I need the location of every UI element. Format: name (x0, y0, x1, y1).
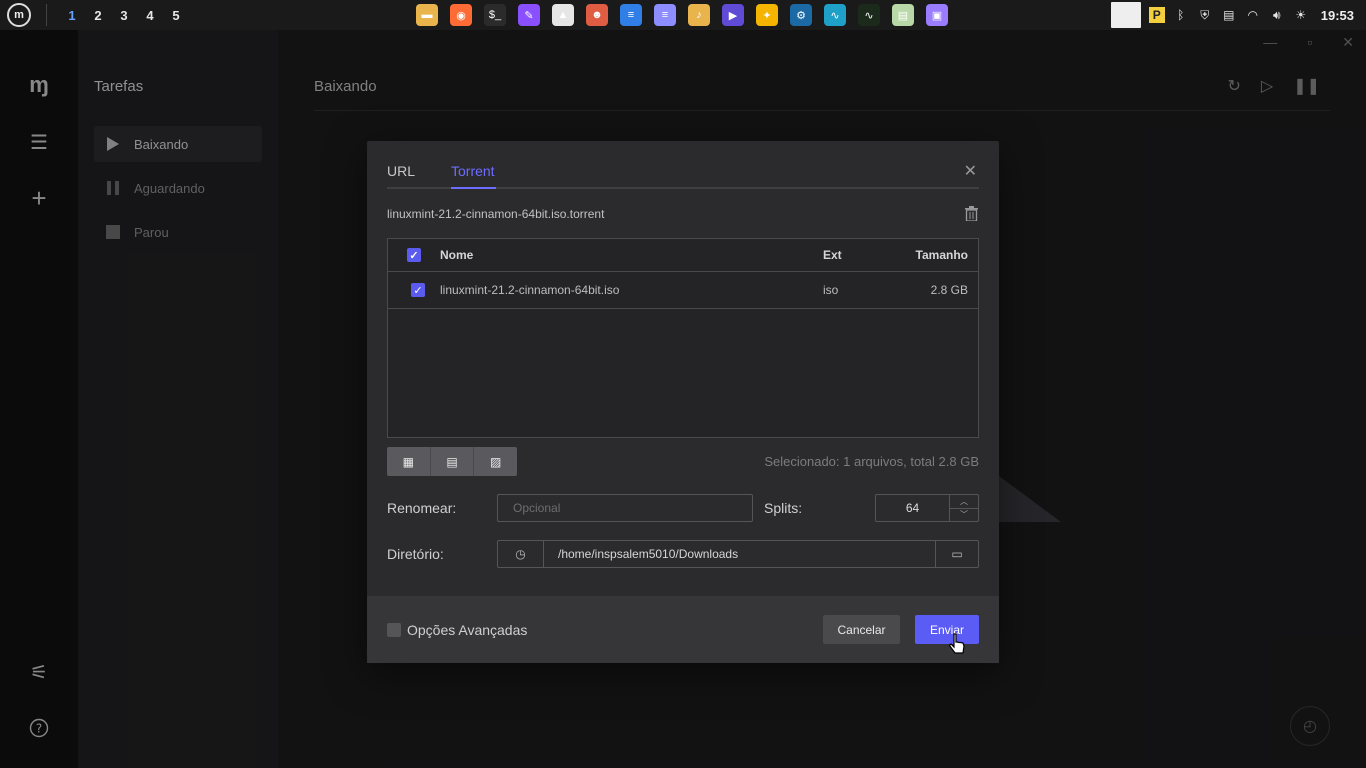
shield-icon[interactable]: ⛨ (1197, 7, 1213, 23)
launcher-files-icon[interactable]: ▬ (416, 4, 438, 26)
launcher-gimp-icon[interactable]: ☻ (586, 4, 608, 26)
advanced-options-checkbox[interactable] (387, 623, 401, 637)
background-decoration (999, 476, 1061, 522)
advanced-options-label[interactable]: Opções Avançadas (407, 622, 527, 638)
launcher-inkscape-icon[interactable]: ▲ (552, 4, 574, 26)
chevron-down-icon[interactable]: ﹀ (950, 509, 978, 522)
selection-filter-group: ▦ ▤ ▨ (387, 447, 517, 476)
clock[interactable]: 19:53 (1321, 8, 1354, 23)
header-name[interactable]: Nome (440, 248, 823, 262)
top-panel: m 1 2 3 4 5 ▬ ◉ $_ ✎ ▲ ☻ ≡ ≡ ♪ ▶ ✦ ⚙ ∿ ∿ ▤ ▣ P ᛒ ⛨ ▤ ◠ … (0, 0, 1366, 30)
chevron-up-icon[interactable]: ︿ (950, 495, 978, 509)
send-button[interactable]: Enviar (915, 615, 979, 644)
file-size: 2.8 GB (930, 283, 968, 297)
rename-label: Renomear: (387, 500, 457, 516)
cancel-button[interactable]: Cancelar (823, 615, 900, 644)
directory-input[interactable]: /home/inspsalem5010/Downloads (544, 541, 935, 567)
header-size[interactable]: Tamanho (883, 248, 968, 262)
tab-torrent[interactable]: Torrent (451, 163, 495, 179)
splits-label: Splits: (764, 500, 803, 516)
image-filter-icon[interactable]: ▨ (474, 447, 517, 476)
add-task-dialog: URL Torrent ✕ linuxmint-21.2-cinnamon-64… (367, 141, 999, 663)
trash-icon[interactable] (965, 206, 979, 222)
file-name: linuxmint-21.2-cinnamon-64bit.iso (440, 283, 620, 297)
dialog-tabs: URL Torrent (387, 159, 979, 189)
launcher-firefox-icon[interactable]: ◉ (450, 4, 472, 26)
directory-label: Diretório: (387, 546, 444, 562)
rename-input[interactable] (497, 494, 753, 522)
mint-logo-icon: m (7, 3, 31, 27)
active-tab-indicator (451, 187, 496, 189)
header-ext[interactable]: Ext (823, 248, 883, 262)
table-row[interactable]: ✓ linuxmint-21.2-cinnamon-64bit.iso iso … (388, 272, 978, 309)
close-icon[interactable]: ✕ (964, 161, 977, 181)
wifi-icon[interactable]: ◠ (1245, 7, 1261, 23)
launcher-drive-icon[interactable]: ▣ (926, 4, 948, 26)
file-ext: iso (823, 283, 839, 297)
torrent-filename: linuxmint-21.2-cinnamon-64bit.iso.torren… (387, 207, 605, 221)
selection-summary: Selecionado: 1 arquivos, total 2.8 GB (764, 454, 979, 469)
workspace-3[interactable]: 3 (111, 8, 137, 23)
folder-icon[interactable]: ▭ (935, 541, 978, 567)
dialog-footer: Opções Avançadas Cancelar Enviar (367, 596, 999, 663)
launcher-system-monitor-icon[interactable]: ∿ (858, 4, 880, 26)
select-all-checkbox[interactable]: ✓ (407, 248, 421, 262)
display-icon[interactable] (1110, 2, 1141, 28)
bluetooth-icon[interactable]: ᛒ (1173, 7, 1189, 23)
history-icon[interactable]: ◷ (498, 541, 544, 567)
launcher-steam-icon[interactable]: ⚙ (790, 4, 812, 26)
video-filter-icon[interactable]: ▦ (387, 447, 431, 476)
mouse-cursor-icon (948, 633, 965, 654)
launcher-monitor-icon[interactable]: ∿ (824, 4, 846, 26)
mint-menu-button[interactable]: m (4, 0, 34, 30)
system-tray: P ᛒ ⛨ ▤ ◠ 🔊︎ ☀ 19:53 (1110, 0, 1366, 30)
volume-icon[interactable]: 🔊︎ (1269, 7, 1285, 23)
launcher-bar: ▬ ◉ $_ ✎ ▲ ☻ ≡ ≡ ♪ ▶ ✦ ⚙ ∿ ∿ ▤ ▣ (416, 4, 948, 26)
row-checkbox[interactable]: ✓ (411, 283, 425, 297)
launcher-terminal-icon[interactable]: $_ (484, 4, 506, 26)
panel-separator (46, 4, 47, 26)
audio-filter-icon[interactable]: ▤ (431, 447, 475, 476)
table-header: ✓ Nome Ext Tamanho (388, 239, 978, 272)
tab-url[interactable]: URL (387, 163, 415, 179)
workspace-5[interactable]: 5 (163, 8, 189, 23)
workspace-1[interactable]: 1 (59, 8, 85, 23)
file-table: ✓ Nome Ext Tamanho ✓ linuxmint-21.2-cinn… (387, 238, 979, 438)
launcher-text-editor-icon[interactable]: ≡ (654, 4, 676, 26)
launcher-settings-icon[interactable]: ▤ (892, 4, 914, 26)
launcher-writer-icon[interactable]: ≡ (620, 4, 642, 26)
launcher-media-player-icon[interactable]: ▶ (722, 4, 744, 26)
directory-field: ◷ /home/inspsalem5010/Downloads ▭ (497, 540, 979, 568)
splits-value[interactable]: 64 (876, 495, 950, 521)
launcher-paint-icon[interactable]: ✎ (518, 4, 540, 26)
workspace-2[interactable]: 2 (85, 8, 111, 23)
workspace-4[interactable]: 4 (137, 8, 163, 23)
brightness-icon[interactable]: ☀ (1293, 7, 1309, 23)
launcher-game-icon[interactable]: ✦ (756, 4, 778, 26)
clipboard-icon[interactable]: ▤ (1221, 7, 1237, 23)
splits-stepper[interactable]: 64 ︿ ﹀ (875, 494, 979, 522)
pastebin-icon[interactable]: P (1148, 7, 1165, 23)
launcher-music-folder-icon[interactable]: ♪ (688, 4, 710, 26)
